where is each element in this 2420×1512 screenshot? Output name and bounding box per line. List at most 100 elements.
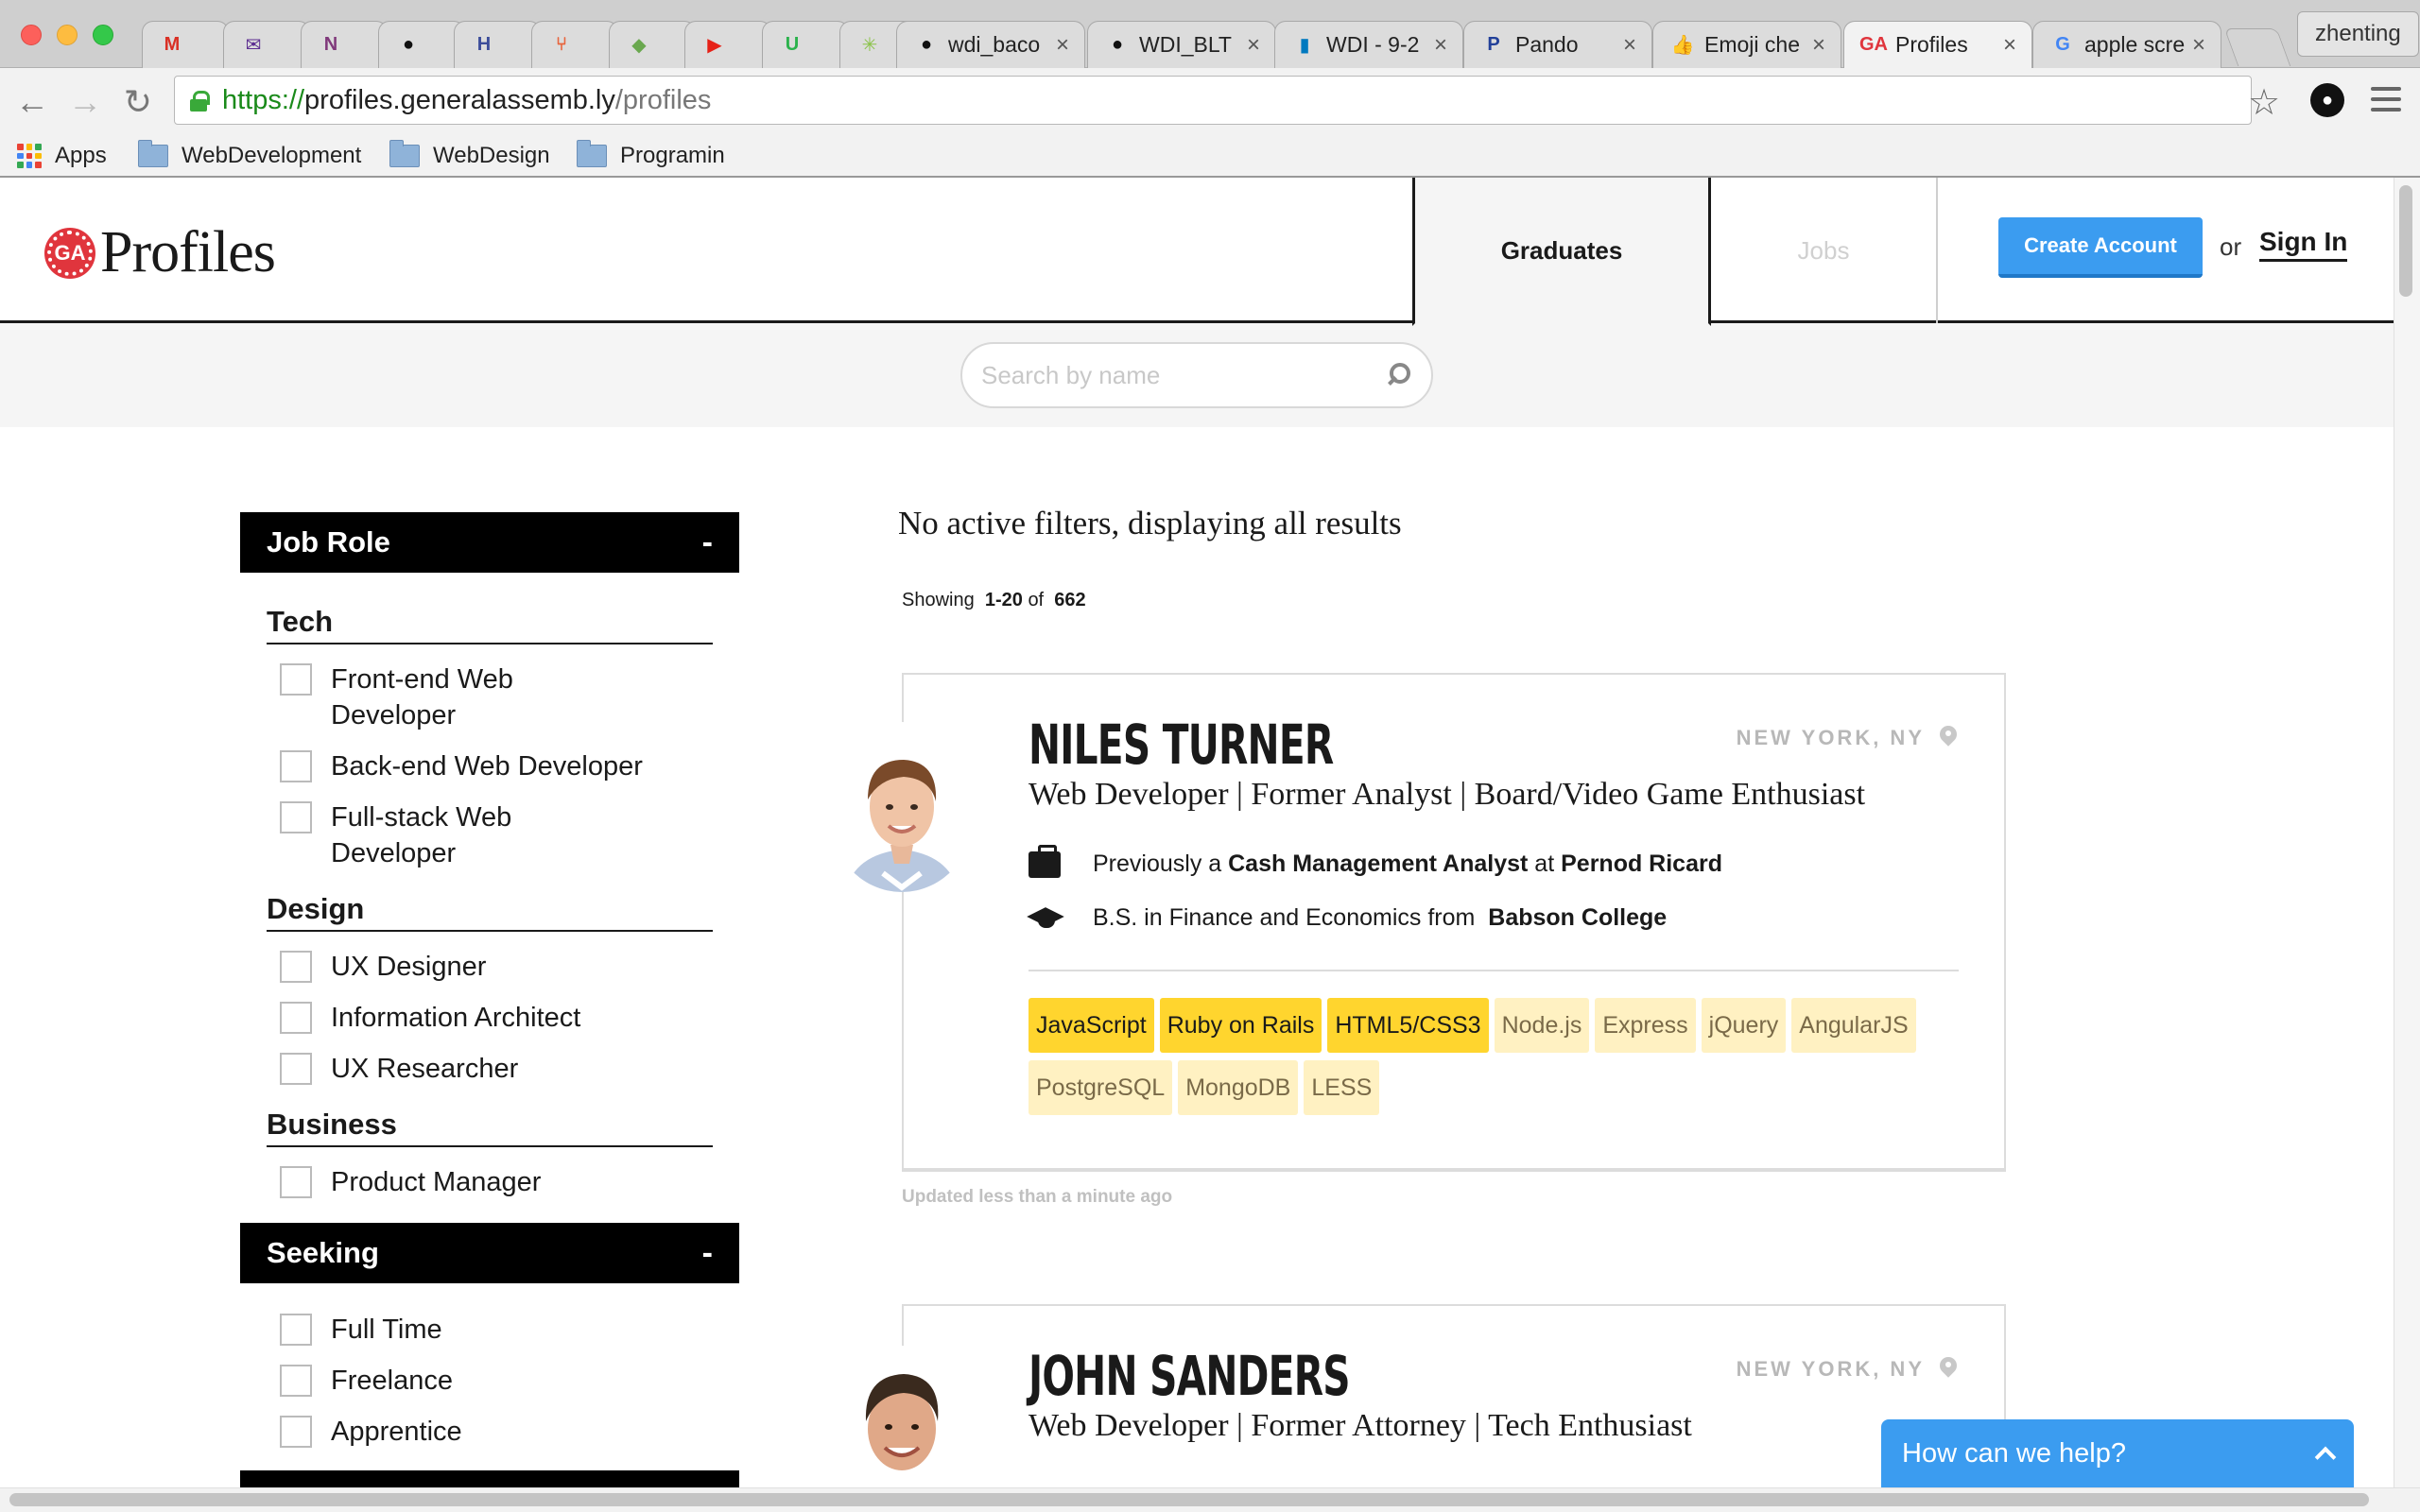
- browser-tab[interactable]: P Pando ×: [1463, 21, 1652, 68]
- bookmark-label: WebDevelopment: [182, 143, 362, 168]
- url-text[interactable]: https://profiles.generalassemb.ly/profil…: [222, 85, 711, 116]
- site-logo[interactable]: GA Profiles: [47, 219, 276, 286]
- collapse-toggle[interactable]: -: [702, 524, 713, 561]
- filter-option-information-architect[interactable]: Information Architect: [280, 1000, 671, 1036]
- filter-option-apprentice[interactable]: Apprentice: [280, 1414, 671, 1450]
- tab-graduates[interactable]: Graduates: [1412, 178, 1711, 326]
- next-filter-header[interactable]: [240, 1470, 739, 1487]
- create-account-button[interactable]: Create Account: [1998, 217, 2203, 278]
- filter-option-ux-researcher[interactable]: UX Researcher: [280, 1051, 671, 1087]
- search-box[interactable]: [960, 342, 1433, 408]
- browser-tab[interactable]: 👍 Emoji che ×: [1652, 21, 1841, 68]
- checkbox[interactable]: [280, 801, 312, 833]
- checkbox[interactable]: [280, 1416, 312, 1448]
- close-tab-icon[interactable]: ×: [1434, 32, 1447, 59]
- help-chat-widget[interactable]: How can we help?: [1881, 1419, 2354, 1487]
- results-total: 662: [1054, 590, 1086, 610]
- browser-tab[interactable]: ● WDI_BLT ×: [1087, 21, 1276, 68]
- folder-icon: [577, 140, 607, 167]
- browser-tab[interactable]: ✉: [223, 21, 310, 68]
- browser-tab[interactable]: GA Profiles ×: [1843, 21, 2032, 68]
- bookmark-apps[interactable]: Apps: [17, 142, 107, 170]
- url-path: /profiles: [614, 84, 712, 115]
- browser-tab[interactable]: ⑂: [531, 21, 618, 68]
- bookmark-star-icon[interactable]: ☆: [2248, 81, 2280, 124]
- browser-menu-icon[interactable]: [2371, 87, 2401, 118]
- option-label: UX Designer: [331, 952, 487, 982]
- horizontal-scrollbar-thumb[interactable]: [9, 1493, 2369, 1506]
- bookmark-folder-programin[interactable]: Programin: [577, 140, 725, 170]
- profile-name[interactable]: JOHN SANDERS: [1028, 1344, 1351, 1408]
- pandora-icon: P: [1487, 34, 1500, 55]
- job-role-filter-header[interactable]: Job Role -: [240, 512, 739, 573]
- search-icon[interactable]: [1384, 361, 1412, 389]
- bookmark-folder-webdevelopment[interactable]: WebDevelopment: [138, 140, 362, 170]
- checkbox[interactable]: [280, 1314, 312, 1346]
- browser-profile-button[interactable]: zhenting: [2297, 11, 2419, 57]
- seeking-filter-header[interactable]: Seeking -: [240, 1223, 739, 1283]
- close-tab-icon[interactable]: ×: [2003, 32, 2016, 59]
- u-icon: U: [785, 34, 800, 55]
- filter-option-ux-designer[interactable]: UX Designer: [280, 949, 671, 985]
- back-button[interactable]: ←: [13, 83, 51, 121]
- collapse-toggle[interactable]: -: [702, 1235, 713, 1272]
- checkbox[interactable]: [280, 663, 312, 696]
- bookmark-folder-webdesign[interactable]: WebDesign: [389, 140, 550, 170]
- checkbox[interactable]: [280, 1053, 312, 1085]
- reload-button[interactable]: ↻: [119, 83, 157, 121]
- address-bar[interactable]: https://profiles.generalassemb.ly/profil…: [174, 76, 2252, 125]
- browser-tab[interactable]: M: [142, 21, 229, 68]
- close-tab-icon[interactable]: ×: [1812, 32, 1825, 59]
- bookmarks-bar: [0, 134, 2420, 178]
- browser-tab[interactable]: ◆: [609, 21, 696, 68]
- browser-tab[interactable]: ▶: [684, 21, 771, 68]
- browser-tab[interactable]: Gapple scre ×: [2032, 21, 2221, 68]
- checkbox[interactable]: [280, 1166, 312, 1198]
- filter-option-full-stack[interactable]: Full-stack Web Developer: [280, 799, 577, 871]
- forward-button[interactable]: →: [66, 83, 104, 121]
- checkbox[interactable]: [280, 951, 312, 983]
- browser-tab[interactable]: H: [454, 21, 541, 68]
- checkbox[interactable]: [280, 1365, 312, 1397]
- location-label: NEW YORK, NY: [1737, 726, 1957, 750]
- profile-card[interactable]: NEW YORK, NY JOHN SANDERS Web Developer …: [902, 1304, 2006, 1512]
- profile-avatar[interactable]: [826, 1346, 977, 1487]
- browser-tab[interactable]: ▮ WDI - 9-2 ×: [1274, 21, 1463, 68]
- previously-at: at: [1534, 850, 1555, 877]
- url-host: profiles.generalassemb.ly: [304, 84, 615, 115]
- browser-tab[interactable]: ● wdi_baco ×: [896, 21, 1085, 68]
- github-extension-icon[interactable]: ●: [2310, 83, 2344, 117]
- close-tab-icon[interactable]: ×: [2192, 32, 2205, 59]
- filter-option-freelance[interactable]: Freelance: [280, 1363, 671, 1399]
- checkbox[interactable]: [280, 750, 312, 782]
- vertical-scrollbar-thumb[interactable]: [2399, 185, 2412, 297]
- sign-in-link[interactable]: Sign In: [2259, 227, 2348, 262]
- previously-prefix: Previously a: [1093, 850, 1222, 877]
- thumbs-up-icon: 👍: [1670, 35, 1695, 56]
- vertical-scrollbar[interactable]: [2394, 178, 2420, 1491]
- maximize-window-button[interactable]: [93, 25, 113, 45]
- filter-option-back-end[interactable]: Back-end Web Developer: [280, 748, 671, 784]
- filter-option-product-manager[interactable]: Product Manager: [280, 1164, 671, 1200]
- filter-option-full-time[interactable]: Full Time: [280, 1312, 671, 1348]
- h-icon: H: [476, 34, 492, 55]
- browser-tab[interactable]: U: [762, 21, 849, 68]
- minimize-window-button[interactable]: [57, 25, 78, 45]
- option-label: Product Manager: [331, 1167, 542, 1197]
- yahoo-mail-icon: ✉: [245, 35, 262, 56]
- chevron-up-icon[interactable]: [2314, 1446, 2337, 1469]
- search-input[interactable]: [981, 360, 1384, 390]
- close-window-button[interactable]: [21, 25, 42, 45]
- profile-name[interactable]: NILES TURNER: [1028, 713, 1334, 777]
- browser-tab[interactable]: N: [301, 21, 388, 68]
- browser-tab[interactable]: ●: [378, 21, 465, 68]
- profile-avatar[interactable]: [826, 722, 977, 892]
- filter-option-front-end[interactable]: Front-end Web Developer: [280, 662, 577, 733]
- close-tab-icon[interactable]: ×: [1623, 32, 1636, 59]
- tab-jobs[interactable]: Jobs: [1711, 178, 1938, 323]
- close-tab-icon[interactable]: ×: [1247, 32, 1260, 59]
- checkbox[interactable]: [280, 1002, 312, 1034]
- close-tab-icon[interactable]: ×: [1056, 32, 1069, 59]
- profile-card[interactable]: NEW YORK, NY NILES TURNER Web Developer …: [902, 673, 2006, 1172]
- skill-tag-secondary: Node.js: [1494, 998, 1590, 1053]
